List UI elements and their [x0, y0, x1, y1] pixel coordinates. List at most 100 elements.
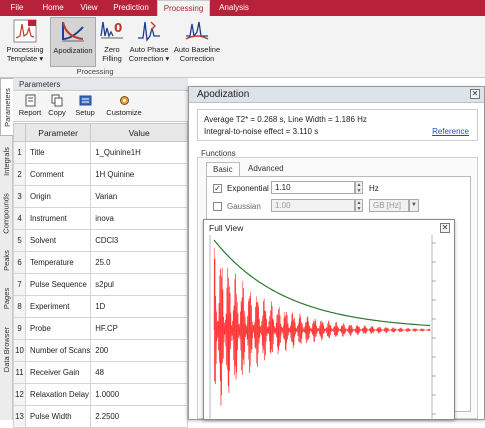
parameters-toolbar: Report Copy Setup Customize: [13, 92, 188, 122]
side-tab-compounds[interactable]: Compounds: [0, 186, 13, 240]
table-row[interactable]: 8 Experiment 1D: [13, 295, 188, 318]
parameter-value-cell[interactable]: 1_Quinine1H: [90, 141, 188, 164]
column-header-value[interactable]: Value: [90, 123, 188, 142]
gaussian-unit-select[interactable]: GB [Hz]: [369, 199, 409, 212]
tab-processing[interactable]: Processing: [157, 0, 210, 16]
row-number: 5: [13, 229, 26, 252]
setup-button[interactable]: Setup: [72, 94, 98, 117]
table-row[interactable]: 12 Relaxation Delay 1.0000: [13, 383, 188, 406]
parameter-value-cell[interactable]: CDCl3: [90, 229, 188, 252]
parameter-name-cell: Experiment: [24, 295, 92, 318]
table-row[interactable]: 5 Solvent CDCl3: [13, 229, 188, 252]
table-row[interactable]: 4 Instrument inova: [13, 207, 188, 230]
side-tab-data-browser[interactable]: Data Browser: [0, 318, 13, 380]
zero-filling-icon: 0: [100, 21, 123, 39]
tab-view[interactable]: View: [74, 0, 104, 16]
side-tab-integrals[interactable]: Integrals: [0, 138, 13, 184]
table-row[interactable]: 3 Origin Varian: [13, 185, 188, 208]
parameter-name-cell: Pulse Sequence: [24, 273, 92, 296]
table-row[interactable]: 2 Comment 1H Quinine: [13, 163, 188, 186]
t2-info-text: Average T2* = 0.268 s, Line Width = 1.18…: [204, 115, 367, 124]
full-view-title: Full View: [209, 223, 244, 233]
exponential-value-field[interactable]: 1.10: [271, 181, 355, 194]
gaussian-spinner[interactable]: ▲ ▼: [355, 199, 363, 212]
full-view-close-icon[interactable]: ✕: [440, 223, 450, 233]
apodization-button[interactable]: Apodization: [50, 17, 96, 67]
parameter-value-cell[interactable]: inova: [90, 207, 188, 230]
gaussian-row: Gaussian: [213, 199, 261, 213]
side-tab-strip: Parameters Integrals Compounds Peaks Pag…: [0, 78, 13, 420]
table-corner: [13, 123, 26, 142]
full-view-window: Full View ✕: [203, 219, 455, 420]
close-icon[interactable]: ✕: [470, 89, 480, 99]
parameter-value-cell[interactable]: Varian: [90, 185, 188, 208]
column-header-parameter[interactable]: Parameter: [24, 123, 92, 142]
table-row[interactable]: 1 Title 1_Quinine1H: [13, 141, 188, 164]
exponential-label: Exponential: [227, 183, 269, 193]
tab-advanced[interactable]: Advanced: [242, 162, 288, 176]
table-row[interactable]: 11 Receiver Gain 48: [13, 361, 188, 384]
parameter-value-cell[interactable]: 25.0: [90, 251, 188, 274]
apodization-icon: [62, 21, 84, 42]
report-button[interactable]: Report: [16, 94, 44, 117]
parameter-value-cell[interactable]: 48: [90, 361, 188, 384]
ribbon-group-label: Processing: [76, 67, 114, 76]
auto-phase-correction-button[interactable]: Auto Phase Correction ▾: [127, 17, 171, 67]
apodization-info-box: Average T2* = 0.268 s, Line Width = 1.18…: [197, 109, 478, 141]
table-row[interactable]: 6 Temperature 25.0: [13, 251, 188, 274]
parameter-value-cell[interactable]: 200: [90, 339, 188, 362]
parameter-value-cell[interactable]: HF.CP: [90, 317, 188, 340]
table-row[interactable]: 10 Number of Scans 200: [13, 339, 188, 362]
auto-baseline-correction-button[interactable]: Auto Baseline Correction: [173, 17, 221, 67]
parameters-panel-title: Parameters: [13, 78, 188, 91]
tab-file[interactable]: File: [4, 0, 30, 16]
parameter-name-cell: Probe: [24, 317, 92, 340]
parameter-name-cell: Receiver Gain: [24, 361, 92, 384]
tab-prediction[interactable]: Prediction: [106, 0, 156, 16]
row-number: 6: [13, 251, 26, 274]
tab-home[interactable]: Home: [34, 0, 72, 16]
exponential-row: ✓ Exponential: [213, 181, 269, 195]
gaussian-checkbox[interactable]: [213, 201, 222, 211]
parameter-value-cell[interactable]: s2pul: [90, 273, 188, 296]
table-row[interactable]: 9 Probe HF.CP: [13, 317, 188, 340]
customize-button[interactable]: Customize: [105, 94, 143, 117]
parameter-value-cell[interactable]: 1.0000: [90, 383, 188, 406]
dialog-title: Apodization: [197, 89, 250, 100]
table-row[interactable]: 7 Pulse Sequence s2pul: [13, 273, 188, 296]
auto-phase-icon: [138, 21, 160, 42]
tab-analysis[interactable]: Analysis: [212, 0, 256, 16]
reference-link[interactable]: Reference: [432, 126, 469, 138]
row-number: 10: [13, 339, 26, 362]
zero-filling-button[interactable]: 0 Zero Filling: [97, 17, 127, 67]
parameters-panel: Parameters Report Copy Setup Customize P…: [13, 78, 188, 428]
side-tab-parameters[interactable]: Parameters: [0, 78, 13, 136]
copy-icon: [51, 94, 62, 107]
row-number: 4: [13, 207, 26, 230]
exponential-checkbox[interactable]: ✓: [213, 183, 222, 193]
row-number: 8: [13, 295, 26, 318]
report-icon: [25, 94, 35, 107]
fid-plot[interactable]: [204, 235, 454, 419]
parameter-name-cell: Instrument: [24, 207, 92, 230]
processing-template-button[interactable]: Processing Template ▾: [2, 17, 48, 67]
gaussian-value-field[interactable]: 1.00: [271, 199, 355, 212]
ribbon: Processing Template ▾ Apodization 0 Zero…: [0, 16, 485, 78]
row-number: 11: [13, 361, 26, 384]
parameter-name-cell: Temperature: [24, 251, 92, 274]
ribbon-tab-bar: File Home View Prediction Processing Ana…: [0, 0, 485, 16]
exponential-spinner[interactable]: ▲ ▼: [355, 181, 363, 194]
parameter-name-cell: Comment: [24, 163, 92, 186]
parameter-value-cell[interactable]: 2.2500: [90, 405, 188, 428]
row-number: 13: [13, 405, 26, 428]
side-tab-peaks[interactable]: Peaks: [0, 242, 13, 278]
side-tab-pages[interactable]: Pages: [0, 280, 13, 316]
table-row[interactable]: 13 Pulse Width 2.2500: [13, 405, 188, 428]
copy-button[interactable]: Copy: [46, 94, 68, 117]
row-number: 7: [13, 273, 26, 296]
tab-basic[interactable]: Basic: [206, 162, 240, 176]
gaussian-label: Gaussian: [227, 201, 261, 211]
parameter-value-cell[interactable]: 1H Quinine: [90, 163, 188, 186]
chevron-down-icon[interactable]: ▼: [409, 199, 419, 212]
parameter-value-cell[interactable]: 1D: [90, 295, 188, 318]
